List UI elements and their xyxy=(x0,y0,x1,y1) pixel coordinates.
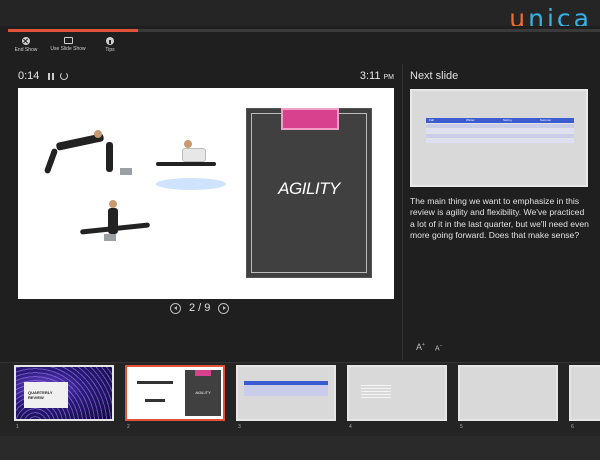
slide-pager: 2 / 9 xyxy=(170,302,230,314)
thumb-number: 3 xyxy=(238,424,241,430)
thumb-number: 4 xyxy=(349,424,352,430)
laptop-image xyxy=(104,234,116,241)
slide-thumbnail-1[interactable]: QUARTERLY REVIEW xyxy=(14,365,114,421)
next-slide-table: Fall Winter Spring Summer xyxy=(426,118,574,143)
thumb-number: 6 xyxy=(571,424,574,430)
slide-thumbnail-5[interactable] xyxy=(458,365,558,421)
person-head xyxy=(109,200,117,208)
next-slide-preview[interactable]: Fall Winter Spring Summer xyxy=(410,89,588,187)
next-slide-heading: Next slide xyxy=(410,70,459,82)
tips-button[interactable]: Tips xyxy=(94,37,126,53)
elapsed-timer: 0:14 xyxy=(18,70,40,82)
thumb-number: 1 xyxy=(16,424,19,430)
decrease-font-button[interactable]: A− xyxy=(435,343,443,352)
notes-font-controls: A+ A− xyxy=(416,342,443,352)
current-time: 3:11 PM xyxy=(360,70,394,82)
monitor-icon xyxy=(63,37,73,44)
mini-text-lines xyxy=(361,385,391,399)
thumb-number: 5 xyxy=(460,424,463,430)
person-head xyxy=(184,140,192,148)
thumb-title: QUARTERLY REVIEW xyxy=(28,390,53,400)
table-header-row: Fall Winter Spring Summer xyxy=(426,118,574,123)
clock-ampm: PM xyxy=(383,74,395,81)
increase-font-button[interactable]: A+ xyxy=(416,342,425,352)
current-slide[interactable]: AGILITY xyxy=(18,88,394,299)
person-figure xyxy=(43,147,59,175)
info-icon xyxy=(106,37,114,45)
timer-row: 0:14 3:11 PM xyxy=(18,70,394,84)
pink-tab xyxy=(281,108,339,130)
person-figure xyxy=(182,148,206,162)
restart-timer-icon[interactable] xyxy=(60,72,68,80)
clock-time: 3:11 xyxy=(359,70,381,82)
table-header-cell: Summer xyxy=(540,118,552,122)
mini-agility-card: AGILITY xyxy=(185,370,221,416)
use-slide-show-label: Use Slide Show xyxy=(50,46,86,52)
previous-slide-button[interactable] xyxy=(170,302,181,314)
tips-label: Tips xyxy=(105,47,115,53)
slide-title: AGILITY xyxy=(278,179,340,198)
reflection xyxy=(156,178,226,190)
pane-divider xyxy=(402,64,403,360)
end-show-label: End Show xyxy=(14,47,38,53)
slide-progress-bar xyxy=(8,29,600,32)
laptop-image xyxy=(120,168,132,175)
progress-fill xyxy=(8,29,139,32)
thumb-title: AGILITY xyxy=(195,390,211,395)
presenter-toolbar: End Show Use Slide Show Tips xyxy=(10,37,126,53)
person-figure xyxy=(156,162,216,166)
table-header-cell: Fall xyxy=(429,118,434,122)
mini-people xyxy=(137,381,173,384)
mini-table-body xyxy=(244,385,328,396)
title-box: QUARTERLY REVIEW xyxy=(24,382,68,408)
mini-people xyxy=(145,399,165,402)
speaker-notes[interactable]: The main thing we want to emphasize in t… xyxy=(410,196,590,241)
close-circle-icon xyxy=(22,37,30,45)
table-header-cell: Winter xyxy=(466,118,475,122)
table-header-cell: Spring xyxy=(503,118,512,122)
thumb-number: 2 xyxy=(127,424,130,430)
page-indicator: 2 / 9 xyxy=(189,302,211,314)
slide-thumbnail-6[interactable] xyxy=(569,365,600,421)
slide-thumbnail-2[interactable]: AGILITY xyxy=(125,365,225,421)
slide-thumbnail-4[interactable] xyxy=(347,365,447,421)
person-figure xyxy=(106,142,113,172)
table-row xyxy=(426,138,574,143)
pause-icon[interactable] xyxy=(48,73,54,80)
slide-thumbnail-3[interactable] xyxy=(236,365,336,421)
mini-pink-tab xyxy=(195,370,211,376)
person-head xyxy=(94,130,102,138)
top-bar: unica xyxy=(0,0,600,31)
end-show-button[interactable]: End Show xyxy=(10,37,42,53)
next-slide-button[interactable] xyxy=(218,302,230,314)
agility-card: AGILITY xyxy=(246,108,372,278)
use-slide-show-button[interactable]: Use Slide Show xyxy=(48,37,88,53)
